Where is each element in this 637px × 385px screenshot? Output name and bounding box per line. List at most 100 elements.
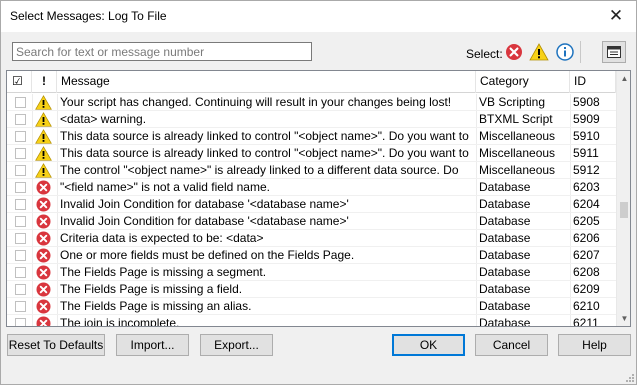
scroll-down-icon[interactable]: ▼ (617, 311, 630, 326)
select-info-button[interactable] (554, 41, 576, 63)
id-cell: 5911 (573, 146, 599, 160)
message-cell: Your script has changed. Continuing will… (60, 95, 452, 109)
warning-icon (35, 145, 52, 161)
message-cell: The Fields Page is missing a field. (60, 282, 243, 296)
row-checkbox[interactable] (15, 182, 26, 193)
table-row[interactable]: This data source is already linked to co… (7, 145, 616, 162)
table-row[interactable]: This data source is already linked to co… (7, 128, 616, 145)
category-cell: Database (479, 299, 531, 313)
category-cell: Database (479, 197, 531, 211)
row-checkbox[interactable] (15, 301, 26, 312)
table-row[interactable]: One or more fields must be defined on th… (7, 247, 616, 264)
messages-grid: ☑ ! Message Category ID Your script has … (6, 70, 631, 327)
scroll-up-icon[interactable]: ▲ (617, 71, 630, 86)
message-cell: One or more fields must be defined on th… (60, 248, 355, 262)
table-row[interactable]: Criteria data is expected to be: <data> D… (7, 230, 616, 247)
select-warnings-button[interactable] (528, 41, 550, 63)
row-checkbox[interactable] (15, 318, 26, 326)
table-row[interactable]: The join is incomplete. Database 6211 (7, 315, 616, 327)
error-icon (36, 197, 51, 211)
row-checkbox[interactable] (15, 114, 26, 125)
table-row[interactable]: The Fields Page is missing a segment. Dat… (7, 264, 616, 281)
error-icon (506, 44, 522, 60)
message-cell: <data> warning. (60, 112, 147, 126)
message-cell: This data source is already linked to co… (60, 146, 469, 160)
ok-button[interactable]: OK (392, 334, 465, 356)
id-cell: 6209 (573, 282, 600, 296)
message-cell: Invalid Join Condition for database '<da… (60, 214, 349, 228)
select-errors-button[interactable] (503, 41, 525, 63)
message-cell: This data source is already linked to co… (60, 129, 469, 143)
id-cell: 5908 (573, 95, 600, 109)
dialog-window: Select Messages: Log To File ✕ Select: (0, 0, 637, 385)
error-icon (36, 231, 51, 245)
close-icon[interactable]: ✕ (606, 6, 626, 26)
category-cell: Database (479, 316, 531, 327)
row-checkbox[interactable] (15, 131, 26, 142)
select-all-checkbox[interactable]: ☑ (7, 71, 32, 93)
message-rows: Your script has changed. Continuing will… (7, 94, 616, 327)
category-cell: Database (479, 282, 531, 296)
column-header-message[interactable]: Message (57, 71, 476, 93)
column-options-button[interactable] (602, 41, 626, 63)
reset-to-defaults-button[interactable]: Reset To Defaults (7, 334, 105, 356)
row-checkbox[interactable] (15, 97, 26, 108)
message-cell: "<field name>" is not a valid field name… (60, 180, 270, 194)
resize-grip-icon[interactable] (624, 372, 634, 382)
message-cell: The Fields Page is missing an alias. (60, 299, 252, 313)
export-button[interactable]: Export... (200, 334, 273, 356)
warning-icon (35, 111, 52, 127)
column-header-id[interactable]: ID (570, 71, 616, 93)
id-cell: 5912 (573, 163, 600, 177)
table-row[interactable]: <data> warning. BTXML Script 5909 (7, 111, 616, 128)
error-icon (36, 248, 51, 262)
help-button[interactable]: Help (558, 334, 631, 356)
warning-icon (35, 94, 52, 110)
grid-header: ☑ ! Message Category ID (7, 71, 616, 93)
severity-cell (35, 230, 52, 246)
severity-cell (35, 94, 52, 110)
error-icon (36, 299, 51, 313)
category-cell: Miscellaneous (479, 163, 556, 177)
warning-icon (35, 162, 52, 178)
row-checkbox[interactable] (15, 148, 26, 159)
error-icon (36, 282, 51, 296)
row-checkbox[interactable] (15, 233, 26, 244)
table-row[interactable]: The Fields Page is missing a field. Datab… (7, 281, 616, 298)
row-checkbox[interactable] (15, 216, 26, 227)
message-cell: The join is incomplete. (60, 316, 180, 327)
column-header-category[interactable]: Category (476, 71, 570, 93)
category-cell: Miscellaneous (479, 146, 556, 160)
warning-icon (529, 43, 549, 61)
severity-cell (35, 281, 52, 297)
row-checkbox[interactable] (15, 284, 26, 295)
search-input[interactable] (12, 42, 312, 61)
toolbar-separator (580, 41, 581, 63)
message-cell: Invalid Join Condition for database '<da… (60, 197, 349, 211)
category-cell: Database (479, 265, 531, 279)
window-title: Select Messages: Log To File (10, 9, 167, 23)
row-checkbox[interactable] (15, 250, 26, 261)
severity-cell (35, 264, 52, 280)
category-cell: Database (479, 248, 531, 262)
severity-cell (35, 111, 52, 127)
table-row[interactable]: The control "<object name>" is already l… (7, 162, 616, 179)
severity-cell (35, 179, 52, 195)
row-checkbox[interactable] (15, 267, 26, 278)
category-cell: Database (479, 214, 531, 228)
table-row[interactable]: The Fields Page is missing an alias. Data… (7, 298, 616, 315)
severity-cell (35, 298, 52, 314)
severity-cell (35, 162, 52, 178)
row-checkbox[interactable] (15, 199, 26, 210)
table-row[interactable]: "<field name>" is not a valid field name… (7, 179, 616, 196)
row-checkbox[interactable] (15, 165, 26, 176)
cancel-button[interactable]: Cancel (475, 334, 548, 356)
vertical-scrollbar[interactable]: ▲ ▼ (616, 71, 630, 326)
table-row[interactable]: Your script has changed. Continuing will… (7, 94, 616, 111)
table-row[interactable]: Invalid Join Condition for database '<da… (7, 213, 616, 230)
scroll-thumb[interactable] (620, 202, 628, 218)
import-button[interactable]: Import... (116, 334, 189, 356)
table-row[interactable]: Invalid Join Condition for database '<da… (7, 196, 616, 213)
id-cell: 6203 (573, 180, 600, 194)
column-header-severity[interactable]: ! (32, 71, 57, 93)
